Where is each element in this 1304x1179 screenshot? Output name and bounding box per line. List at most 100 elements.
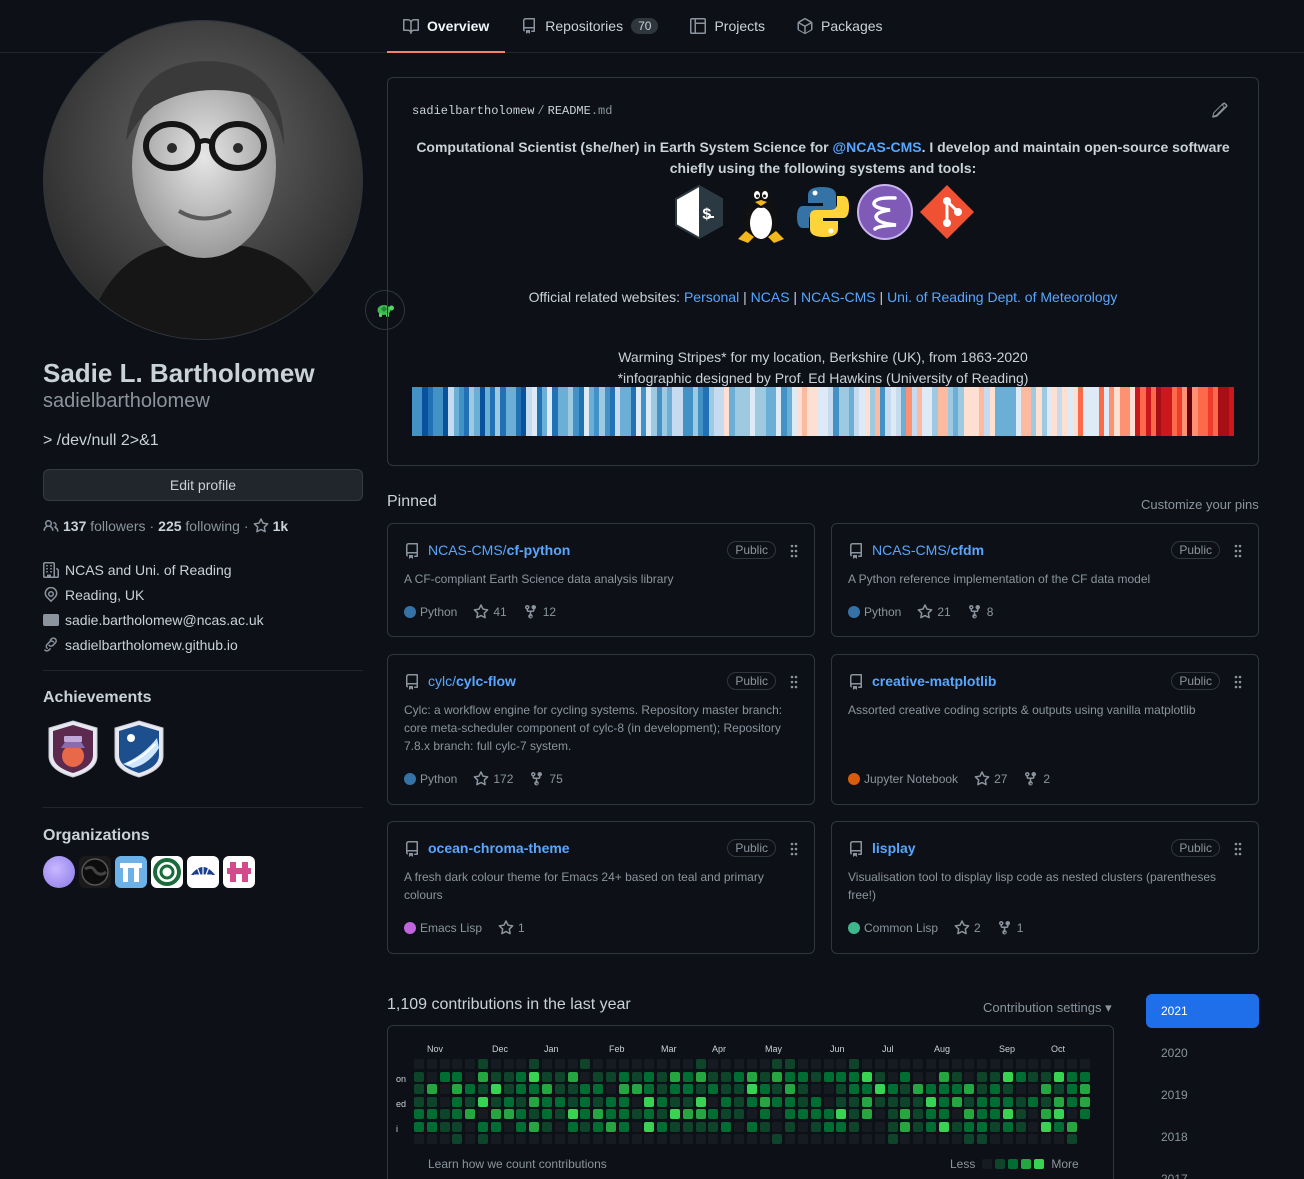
contribution-cell[interactable] (516, 1084, 527, 1094)
contribution-cell[interactable] (810, 1071, 821, 1082)
contribution-cell[interactable] (862, 1071, 872, 1082)
contribution-cell[interactable] (721, 1109, 732, 1119)
contribution-cell[interactable] (734, 1059, 744, 1069)
contribution-cell[interactable] (746, 1084, 757, 1094)
contribution-cell[interactable] (734, 1109, 744, 1119)
site-link-personal[interactable]: Personal (684, 289, 739, 305)
contribution-cell[interactable] (414, 1071, 424, 1082)
edit-profile-button[interactable]: Edit profile (43, 469, 363, 501)
contribution-cell[interactable] (695, 1071, 706, 1082)
contribution-cell[interactable] (964, 1109, 975, 1119)
contribution-cell[interactable] (1002, 1084, 1013, 1094)
contribution-cell[interactable] (938, 1121, 949, 1132)
contribution-cell[interactable] (862, 1109, 872, 1119)
contribution-cell[interactable] (478, 1084, 488, 1094)
contribution-cell[interactable] (990, 1109, 1000, 1119)
contribution-cell[interactable] (657, 1109, 668, 1119)
contribution-cell[interactable] (593, 1059, 604, 1069)
contribution-cell[interactable] (759, 1059, 770, 1069)
contribution-cell[interactable] (1015, 1121, 1026, 1132)
contribution-cell[interactable] (516, 1059, 527, 1069)
contribution-cell[interactable] (503, 1109, 514, 1119)
contribution-cell[interactable] (542, 1134, 552, 1144)
contribution-cell[interactable] (606, 1121, 616, 1132)
contribution-cell[interactable] (1002, 1109, 1013, 1119)
contribution-cell[interactable] (618, 1109, 629, 1119)
contribution-cell[interactable] (490, 1134, 501, 1144)
contribution-cell[interactable] (542, 1121, 552, 1132)
contribution-cell[interactable] (1015, 1109, 1026, 1119)
contribution-cell[interactable] (695, 1121, 706, 1132)
contribution-cell[interactable] (414, 1059, 424, 1069)
contribution-cell[interactable] (478, 1109, 488, 1119)
contribution-cell[interactable] (1079, 1084, 1090, 1094)
contribution-cell[interactable] (900, 1121, 911, 1132)
contribution-cell[interactable] (1054, 1084, 1064, 1094)
contribution-cell[interactable] (990, 1121, 1000, 1132)
contribution-cell[interactable] (874, 1109, 885, 1119)
contribution-cell[interactable] (849, 1071, 860, 1082)
contribution-cell[interactable] (708, 1071, 719, 1082)
contribution-cell[interactable] (631, 1096, 642, 1107)
contribution-cell[interactable] (1066, 1084, 1077, 1094)
contribution-cell[interactable] (567, 1059, 578, 1069)
contribution-cell[interactable] (785, 1084, 796, 1094)
contribution-cell[interactable] (734, 1071, 744, 1082)
contribution-cell[interactable] (503, 1059, 514, 1069)
contribution-cell[interactable] (682, 1134, 693, 1144)
contribution-cell[interactable] (644, 1109, 655, 1119)
contribution-cell[interactable] (695, 1084, 706, 1094)
following-link[interactable]: 225 following (158, 518, 240, 534)
contribution-cell[interactable] (1066, 1109, 1077, 1119)
contribution-cell[interactable] (426, 1134, 437, 1144)
contribution-cell[interactable] (913, 1084, 924, 1094)
contribution-cell[interactable] (426, 1096, 437, 1107)
contribution-cell[interactable] (1041, 1134, 1052, 1144)
contribution-cell[interactable] (964, 1071, 975, 1082)
contribution-cell[interactable] (810, 1059, 821, 1069)
contribution-cell[interactable] (746, 1109, 757, 1119)
site-link-ncas[interactable]: NCAS (751, 289, 790, 305)
contribution-cell[interactable] (657, 1059, 668, 1069)
contribution-cell[interactable] (734, 1121, 744, 1132)
readme-owner-link[interactable]: sadielbartholomew (412, 104, 534, 118)
contribution-cell[interactable] (1002, 1121, 1013, 1132)
contribution-cell[interactable] (1066, 1096, 1077, 1107)
contribution-cell[interactable] (516, 1109, 527, 1119)
contribution-cell[interactable] (682, 1084, 693, 1094)
repo-forks-link[interactable]: 2 (1023, 771, 1050, 787)
contribution-cell[interactable] (682, 1121, 693, 1132)
contribution-cell[interactable] (465, 1071, 476, 1082)
repo-forks-link[interactable]: 1 (997, 920, 1023, 936)
contribution-cell[interactable] (644, 1096, 655, 1107)
contribution-cell[interactable] (542, 1071, 552, 1082)
contribution-cell[interactable] (913, 1059, 924, 1069)
contribution-cell[interactable] (1015, 1084, 1026, 1094)
contribution-cell[interactable] (490, 1096, 501, 1107)
contribution-cell[interactable] (798, 1109, 808, 1119)
contribution-cell[interactable] (542, 1109, 552, 1119)
contribution-cell[interactable] (746, 1059, 757, 1069)
contribution-cell[interactable] (465, 1134, 476, 1144)
contribution-cell[interactable] (426, 1059, 437, 1069)
contribution-cell[interactable] (439, 1134, 450, 1144)
contribution-cell[interactable] (1002, 1071, 1013, 1082)
contribution-cell[interactable] (913, 1121, 924, 1132)
contribution-cell[interactable] (478, 1121, 488, 1132)
contribution-cell[interactable] (938, 1096, 949, 1107)
contribution-cell[interactable] (478, 1096, 488, 1107)
year-link-2018[interactable]: 2018 (1146, 1120, 1259, 1154)
contribution-cell[interactable] (554, 1134, 565, 1144)
contribution-cell[interactable] (618, 1059, 629, 1069)
contribution-cell[interactable] (465, 1096, 476, 1107)
contribution-cell[interactable] (593, 1084, 604, 1094)
contribution-cell[interactable] (657, 1084, 668, 1094)
contribution-cell[interactable] (772, 1084, 783, 1094)
contribution-cell[interactable] (1028, 1071, 1039, 1082)
contribution-cell[interactable] (900, 1096, 911, 1107)
contribution-cell[interactable] (580, 1121, 591, 1132)
contribution-cell[interactable] (1054, 1071, 1064, 1082)
repo-stars-link[interactable]: 172 (473, 771, 513, 787)
contribution-cell[interactable] (682, 1096, 693, 1107)
contribution-cell[interactable] (964, 1096, 975, 1107)
